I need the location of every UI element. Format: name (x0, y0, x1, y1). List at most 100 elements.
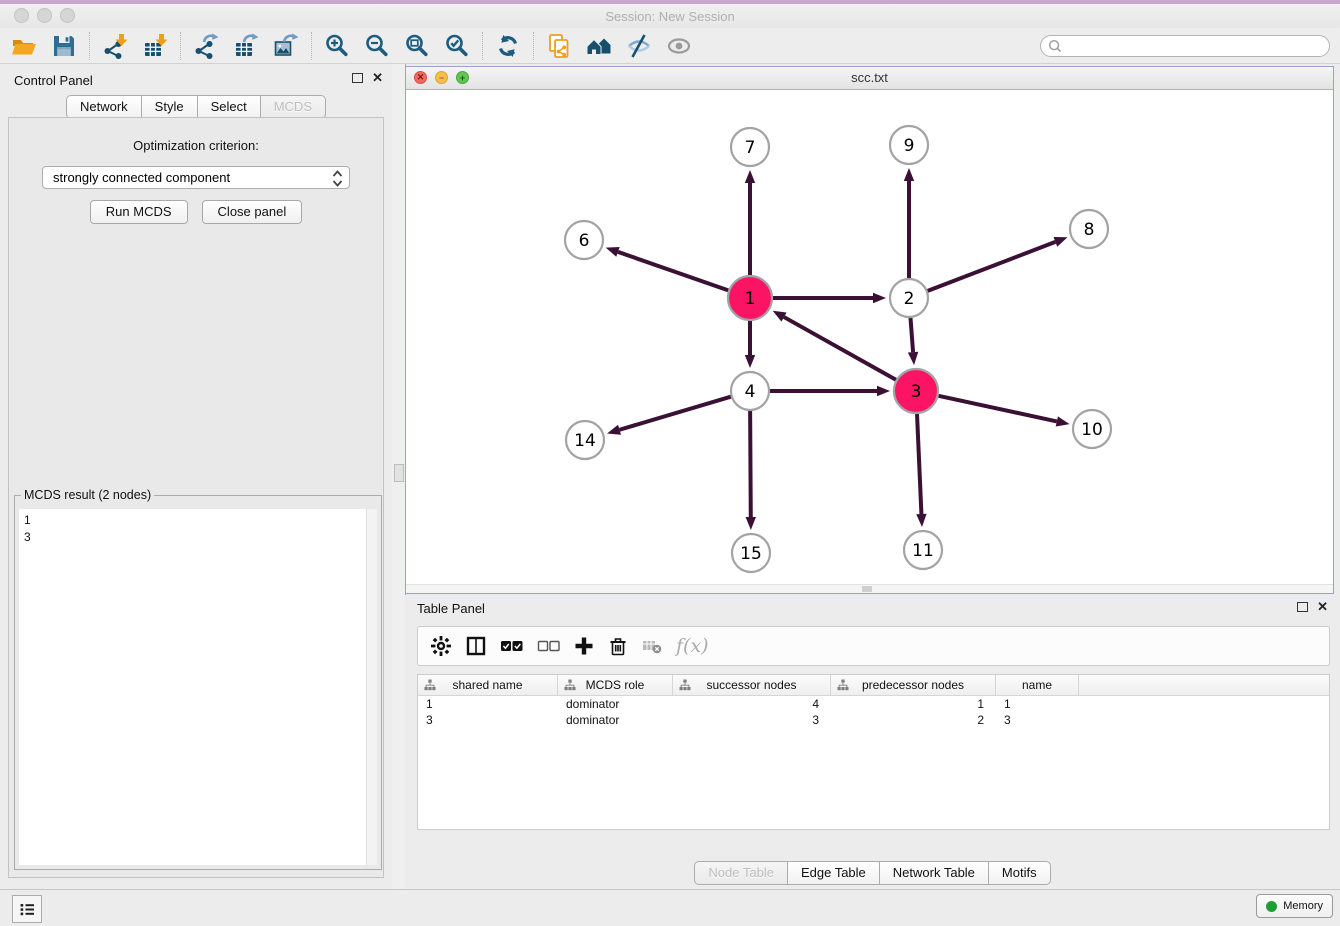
network-window-titlebar[interactable]: ✕ − + scc.txt (406, 67, 1333, 90)
table-panel-title: Table Panel (417, 601, 485, 616)
tab-select[interactable]: Select (197, 95, 261, 119)
graph-node-2[interactable]: 2 (890, 279, 928, 317)
edge-3-1[interactable] (784, 317, 896, 380)
run-mcds-button[interactable]: Run MCDS (90, 200, 188, 224)
table-cell[interactable]: dominator (558, 712, 673, 728)
graph-node-15[interactable]: 15 (732, 534, 770, 572)
network-hscrollbar[interactable] (406, 584, 1333, 593)
zoom-out-icon[interactable] (363, 32, 391, 60)
graph-node-9[interactable]: 9 (890, 126, 928, 164)
edge-arrow-icon (746, 517, 756, 530)
node-label: 1 (745, 289, 756, 309)
criterion-select[interactable]: strongly connected component (42, 166, 350, 189)
import-table-icon[interactable] (141, 32, 169, 60)
delete-table-icon (642, 634, 662, 658)
search-box[interactable] (1040, 35, 1330, 57)
graph-node-14[interactable]: 14 (566, 421, 604, 459)
delete-column-icon[interactable] (608, 634, 628, 658)
graph-node-7[interactable]: 7 (731, 128, 769, 166)
open-session-icon[interactable] (10, 32, 38, 60)
table-cell[interactable]: 3 (996, 712, 1079, 728)
search-input[interactable] (1063, 36, 1329, 56)
splitter-handle-icon[interactable] (394, 464, 404, 482)
zoom-fit-icon[interactable] (403, 32, 431, 60)
table-cell[interactable]: 1 (831, 696, 996, 712)
network-window: ✕ − + scc.txt 1 2 3 4 6 7 8 9 10 11 14 15 (405, 66, 1334, 594)
edge-3-11[interactable] (917, 414, 921, 514)
add-column-icon[interactable] (574, 634, 594, 658)
edge-4-15[interactable] (750, 411, 751, 517)
main-toolbar (0, 28, 1340, 64)
table-row[interactable]: 1dominator411 (418, 696, 1329, 712)
edge-2-8[interactable] (928, 242, 1056, 291)
mcds-result-text[interactable]: 1 3 (19, 509, 377, 865)
edge-1-6[interactable] (618, 252, 728, 291)
tab-motifs[interactable]: Motifs (988, 861, 1051, 885)
graph-node-3[interactable]: 3 (894, 369, 938, 413)
list-icon (18, 900, 37, 919)
close-panel-button[interactable]: Close panel (202, 200, 303, 224)
deselect-all-rows-icon[interactable] (537, 634, 560, 658)
network-canvas[interactable]: 1 2 3 4 6 7 8 9 10 11 14 15 (406, 90, 1333, 593)
refresh-layout-icon[interactable] (494, 32, 522, 60)
close-panel-icon[interactable]: ✕ (372, 72, 383, 84)
table-cell[interactable]: 3 (418, 712, 558, 728)
graph-node-11[interactable]: 11 (904, 531, 942, 569)
graph-node-10[interactable]: 10 (1073, 410, 1111, 448)
table-settings-icon[interactable] (430, 634, 452, 658)
tab-node-table[interactable]: Node Table (694, 861, 788, 885)
table-cell[interactable]: 2 (831, 712, 996, 728)
import-network-icon[interactable] (101, 32, 129, 60)
tab-network-table[interactable]: Network Table (879, 861, 989, 885)
memory-button[interactable]: Memory (1256, 894, 1333, 918)
result-scrollbar[interactable] (366, 509, 377, 865)
task-history-button[interactable] (12, 895, 42, 923)
edge-4-14[interactable] (620, 397, 731, 430)
zoom-selected-icon[interactable] (443, 32, 471, 60)
tab-style[interactable]: Style (141, 95, 198, 119)
column-header-successor-nodes[interactable]: successor nodes (673, 675, 831, 695)
node-table[interactable]: shared nameMCDS role successor nodes prede… (417, 674, 1330, 830)
graph-node-4[interactable]: 4 (731, 372, 769, 410)
clone-network-icon[interactable] (545, 32, 573, 60)
export-network-icon[interactable] (192, 32, 220, 60)
graph-node-6[interactable]: 6 (565, 221, 603, 259)
tab-network[interactable]: Network (66, 95, 142, 119)
tab-mcds[interactable]: MCDS (260, 95, 326, 119)
export-image-icon[interactable] (272, 32, 300, 60)
edge-arrow-icon (877, 386, 890, 396)
save-session-icon[interactable] (50, 32, 78, 60)
column-header-shared-name[interactable]: shared name (418, 675, 558, 695)
graph-node-1[interactable]: 1 (728, 276, 772, 320)
panel-splitter[interactable] (392, 64, 406, 890)
edge-2-3[interactable] (911, 318, 914, 352)
column-header-MCDS-role[interactable]: MCDS role (558, 675, 673, 695)
float-table-panel-icon[interactable] (1297, 602, 1308, 612)
table-cell[interactable]: 3 (673, 712, 831, 728)
show-all-icon[interactable] (665, 32, 693, 60)
column-label: successor nodes (706, 678, 796, 692)
float-panel-icon[interactable] (352, 73, 363, 83)
export-table-icon[interactable] (232, 32, 260, 60)
zoom-in-icon[interactable] (323, 32, 351, 60)
app-title: Session: New Session (0, 9, 1340, 24)
select-all-rows-icon[interactable] (500, 634, 523, 658)
table-row[interactable]: 3dominator323 (418, 712, 1329, 728)
table-cell[interactable]: 1 (996, 696, 1079, 712)
table-cell[interactable]: dominator (558, 696, 673, 712)
node-label: 3 (911, 382, 922, 402)
hide-selected-icon[interactable] (625, 32, 653, 60)
graph-node-8[interactable]: 8 (1070, 210, 1108, 248)
first-neighbors-icon[interactable] (585, 32, 613, 60)
table-cell[interactable]: 1 (418, 696, 558, 712)
toggle-columns-icon[interactable] (466, 634, 486, 658)
edge-3-10[interactable] (938, 396, 1056, 422)
column-header-predecessor-nodes[interactable]: predecessor nodes (831, 675, 996, 695)
criterion-value: strongly connected component (53, 170, 230, 185)
table-cell[interactable]: 4 (673, 696, 831, 712)
close-table-panel-icon[interactable]: ✕ (1317, 601, 1328, 613)
tab-edge-table[interactable]: Edge Table (787, 861, 880, 885)
hierarchy-icon (679, 679, 691, 694)
node-label: 11 (912, 541, 934, 561)
column-header-name[interactable]: name (996, 675, 1079, 695)
